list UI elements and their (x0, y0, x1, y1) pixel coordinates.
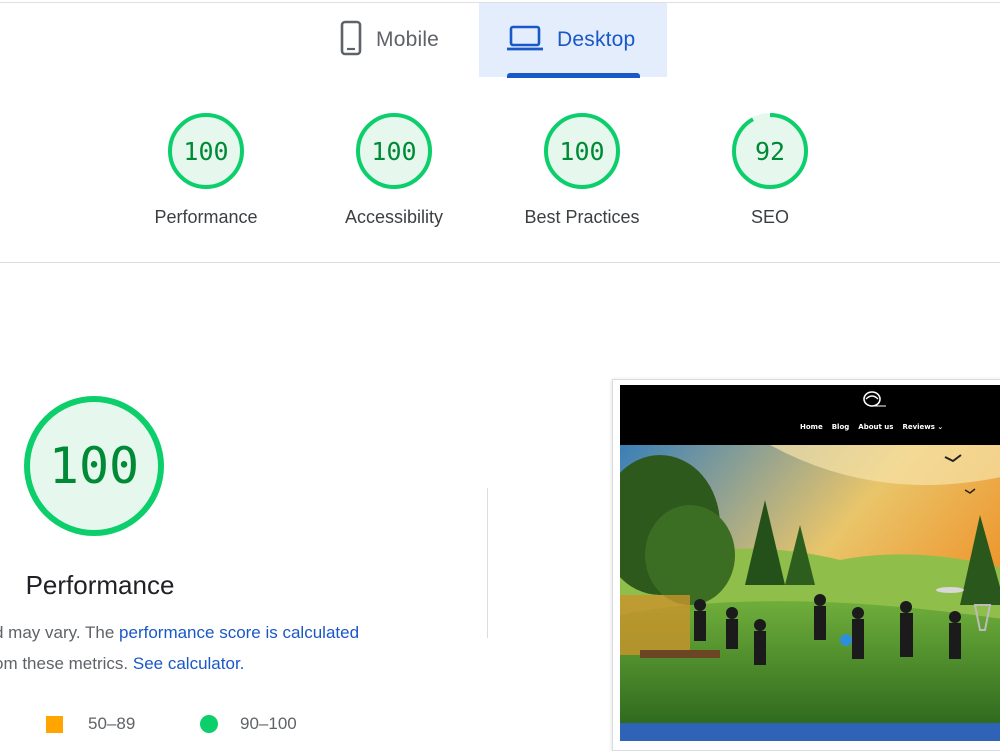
score-value: 92 (754, 136, 786, 166)
see-calculator-link[interactable]: See calculator. (133, 654, 245, 673)
score-ring: 100 (356, 113, 432, 189)
tab-mobile-label: Mobile (376, 28, 440, 51)
score-ring: 100 (24, 396, 164, 536)
hero-image (620, 445, 1000, 723)
site-menu-item: Reviews ⌄ (902, 423, 944, 431)
site-menu: Home Blog About us Reviews ⌄ (800, 423, 943, 431)
legend-range: 50–89 (88, 714, 136, 733)
vertical-divider (487, 488, 488, 638)
description-text: d may vary. The (0, 623, 120, 642)
score-ring: 92 (732, 113, 808, 189)
gauge-performance[interactable]: 100 Performance (106, 113, 306, 228)
gauge-label: Performance (154, 207, 258, 227)
performance-score: 100 (48, 437, 140, 495)
legend-good: 90–100 (200, 714, 297, 734)
performance-gauge: 100 (24, 396, 174, 546)
gauge-seo[interactable]: 92 SEO (670, 113, 870, 228)
selected-tab-indicator (507, 73, 640, 78)
legend-range: 90–100 (240, 714, 297, 733)
description-text: om these metrics. (0, 654, 133, 673)
tab-desktop[interactable]: Desktop (479, 3, 667, 77)
tab-mobile[interactable]: Mobile (320, 3, 480, 77)
gauge-accessibility[interactable]: 100 Accessibility (294, 113, 494, 228)
average-square-icon (46, 715, 63, 733)
score-ring: 100 (544, 113, 620, 189)
good-circle-icon (200, 715, 218, 733)
performance-description-line-1: d may vary. The performance score is cal… (0, 623, 359, 643)
laptop-icon (507, 25, 543, 56)
site-menu-item: Blog (831, 423, 850, 431)
score-value: 100 (559, 136, 605, 166)
score-value: 100 (183, 136, 229, 166)
site-footer-bar (620, 723, 1000, 741)
performance-description-line-2: om these metrics. See calculator. (0, 654, 244, 674)
legend-average: 50–89 (46, 714, 135, 734)
site-header: Home Blog About us Reviews ⌄ (620, 385, 1000, 445)
site-logo-icon (863, 391, 886, 407)
score-value: 100 (371, 136, 417, 166)
section-divider (0, 262, 1000, 263)
gauge-label: Best Practices (524, 207, 640, 227)
score-ring: 100 (168, 113, 244, 189)
site-menu-item: Home (800, 423, 823, 431)
tab-desktop-label: Desktop (557, 28, 636, 51)
gauge-label: Accessibility (344, 207, 444, 227)
phone-icon (340, 20, 362, 61)
site-menu-item: About us (858, 423, 894, 431)
performance-title: Performance (25, 570, 175, 600)
gauge-best-practices[interactable]: 100 Best Practices (482, 113, 682, 228)
final-screenshot[interactable]: Home Blog About us Reviews ⌄ (620, 385, 1000, 741)
performance-score-link[interactable]: performance score is calculated (119, 623, 359, 642)
gauge-label: SEO (750, 207, 789, 227)
